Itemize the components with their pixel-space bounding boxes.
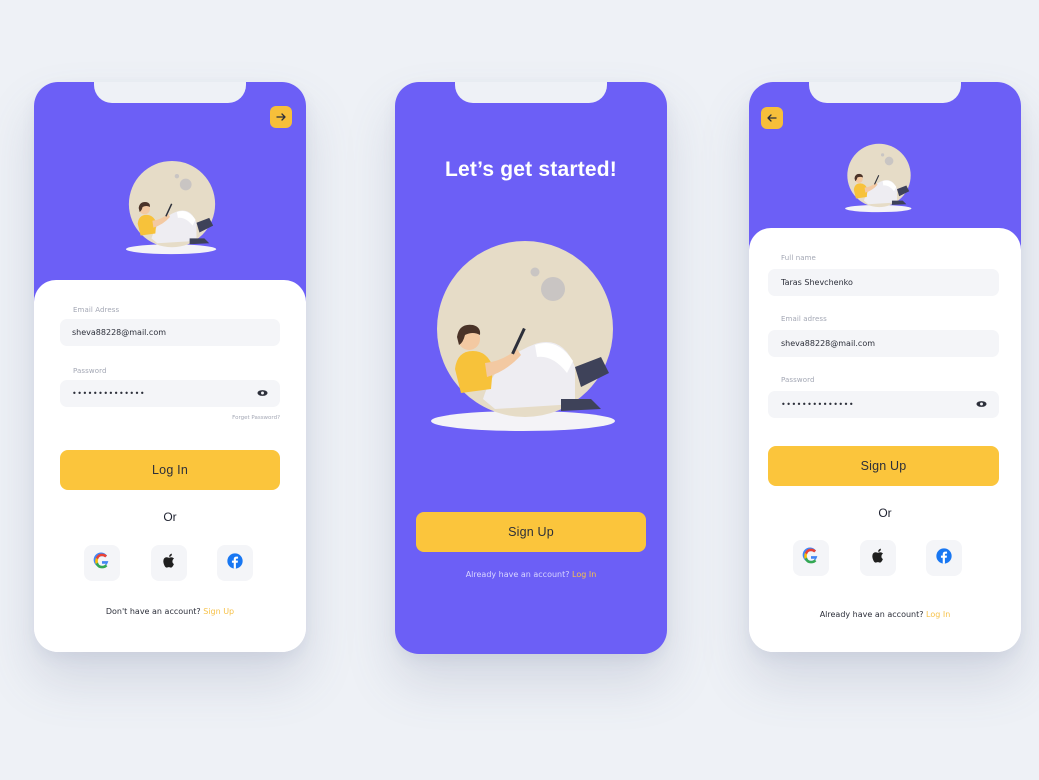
apple-signup-button[interactable] [860, 540, 896, 576]
facebook-icon [935, 547, 953, 570]
google-login-button[interactable] [84, 545, 120, 581]
signup-footer: Already have an account? Log In [749, 610, 1021, 619]
eye-icon[interactable] [976, 400, 987, 408]
password-value: •••••••••••••• [781, 400, 855, 409]
moon-reader-illustration [843, 140, 915, 218]
fullname-field[interactable]: Taras Shevchenko [768, 269, 999, 296]
email-field[interactable]: sheva88228@mail.com [60, 319, 280, 346]
facebook-login-button[interactable] [217, 545, 253, 581]
email-field[interactable]: sheva88228@mail.com [768, 330, 999, 357]
login-footer: Don't have an account? Sign Up [34, 607, 306, 616]
google-icon [802, 547, 820, 570]
moon-reader-illustration [118, 160, 226, 258]
signup-button[interactable]: Sign Up [768, 446, 999, 486]
password-field[interactable]: •••••••••••••• [768, 391, 999, 418]
forgot-password-link[interactable]: Forget Password? [232, 415, 280, 421]
google-signup-button[interactable] [793, 540, 829, 576]
fullname-label: Full name [781, 254, 816, 262]
welcome-footer: Already have an account? Log In [395, 570, 667, 579]
facebook-icon [226, 552, 244, 575]
phone-notch [809, 82, 961, 103]
facebook-signup-button[interactable] [926, 540, 962, 576]
or-divider: Or [878, 506, 892, 520]
email-label: Email adress [781, 315, 827, 323]
apple-icon [869, 547, 887, 570]
footer-text: Already have an account? [465, 570, 570, 579]
next-button[interactable] [270, 106, 292, 128]
signup-link[interactable]: Sign Up [203, 607, 234, 616]
arrow-right-icon [275, 108, 287, 127]
signup-button[interactable]: Sign Up [416, 512, 646, 552]
arrow-left-icon [766, 109, 778, 128]
footer-text: Already have an account? [819, 610, 924, 619]
apple-icon [160, 552, 178, 575]
login-form-card: Email Adress sheva88228@mail.com Passwor… [34, 280, 306, 652]
or-divider: Or [163, 510, 177, 524]
login-button[interactable]: Log In [60, 450, 280, 490]
signup-form-card: Full name Taras Shevchenko Email adress … [749, 228, 1021, 652]
footer-text: Don't have an account? [105, 607, 201, 616]
password-label: Password [781, 376, 815, 384]
password-label: Password [73, 367, 107, 375]
login-link[interactable]: Log In [572, 570, 596, 579]
eye-icon[interactable] [257, 389, 268, 397]
back-button[interactable] [761, 107, 783, 129]
page-title: Let’s get started! [444, 158, 618, 181]
welcome-screen: Let’s get started! Sign Up Already have … [395, 82, 667, 654]
password-field[interactable]: •••••••••••••• [60, 380, 280, 407]
moon-reader-illustration [425, 234, 625, 444]
apple-login-button[interactable] [151, 545, 187, 581]
signup-screen: Full name Taras Shevchenko Email adress … [749, 82, 1021, 652]
login-link[interactable]: Log In [926, 610, 950, 619]
google-icon [93, 552, 111, 575]
login-screen: Email Adress sheva88228@mail.com Passwor… [34, 82, 306, 652]
phone-notch [455, 82, 607, 103]
phone-notch [94, 82, 246, 103]
password-value: •••••••••••••• [72, 389, 146, 398]
email-label: Email Adress [73, 306, 120, 314]
